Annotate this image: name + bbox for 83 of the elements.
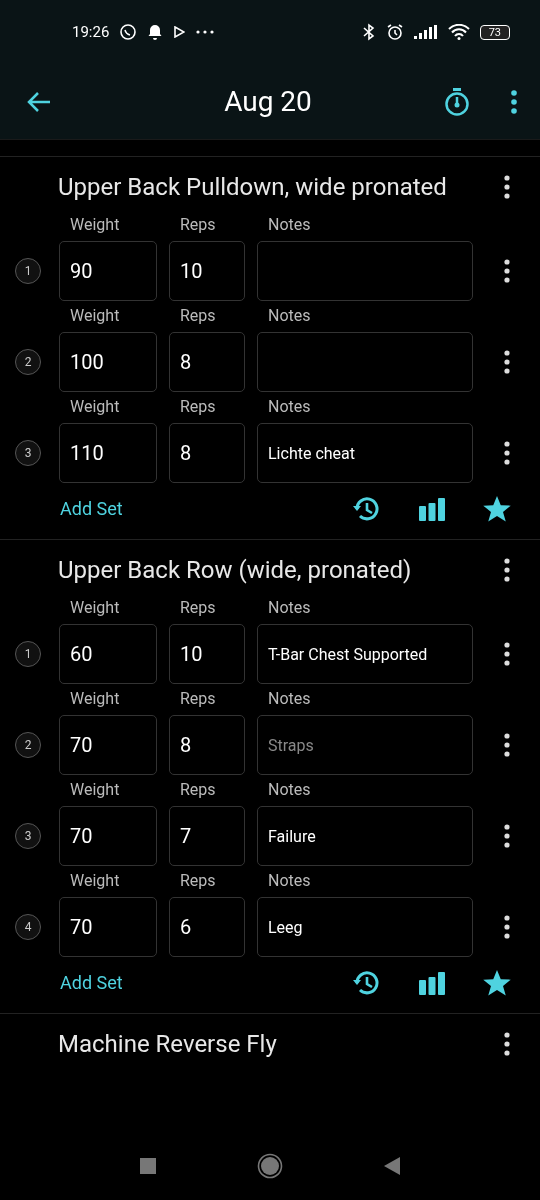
field-label: Reps (180, 598, 217, 619)
bell-icon (147, 24, 164, 40)
exercise-title: Machine Reverse Fly (58, 1029, 278, 1060)
field-label: Reps (180, 689, 217, 710)
field-label: Weight (70, 871, 121, 892)
field-label: Reps (180, 871, 217, 892)
notes-field[interactable]: Lichte cheat (257, 423, 473, 483)
weight-field[interactable]: 70 (59, 897, 157, 957)
battery-indicator: 73 (479, 24, 510, 40)
add-set-button[interactable]: Add Set (52, 966, 131, 999)
notes-field[interactable] (257, 241, 473, 301)
weight-field[interactable]: 70 (59, 715, 157, 775)
field-label: Notes (268, 689, 311, 710)
reps-field[interactable]: 6 (169, 897, 245, 957)
more-icon[interactable] (510, 89, 518, 114)
play-icon (173, 26, 186, 38)
more-icon (195, 29, 216, 35)
field-label: Weight (70, 689, 121, 710)
field-label: Notes (268, 306, 311, 327)
alarm-icon (385, 23, 404, 41)
field-label: Notes (268, 780, 311, 801)
back-icon[interactable] (26, 90, 52, 113)
bar-chart-icon[interactable] (418, 496, 446, 521)
reps-field[interactable]: 8 (169, 715, 245, 775)
more-icon[interactable] (503, 441, 511, 465)
more-icon[interactable] (503, 558, 511, 582)
notes-field[interactable] (257, 332, 473, 392)
bar-chart-icon[interactable] (418, 970, 446, 995)
chat-icon (119, 23, 138, 41)
field-label: Reps (180, 306, 217, 327)
weight-field[interactable]: 60 (59, 624, 157, 684)
weight-field[interactable]: 70 (59, 806, 157, 866)
more-icon[interactable] (503, 350, 511, 374)
field-label: Weight (70, 397, 121, 418)
set-number: 4 (15, 914, 41, 940)
field-label: Notes (268, 397, 311, 418)
set-number: 1 (15, 641, 41, 667)
more-icon[interactable] (503, 259, 511, 283)
more-icon[interactable] (503, 915, 511, 939)
back-icon[interactable] (383, 1156, 401, 1176)
reps-field[interactable]: 8 (169, 332, 245, 392)
exercise-title: Upper Back Row (wide, pronated) (58, 555, 413, 586)
set-number: 3 (15, 440, 41, 466)
reps-field[interactable]: 10 (169, 624, 245, 684)
home-icon[interactable] (257, 1153, 283, 1179)
notes-field[interactable]: Straps (257, 715, 473, 775)
weight-field[interactable]: 110 (59, 423, 157, 483)
weight-field[interactable]: 90 (59, 241, 157, 301)
more-icon[interactable] (503, 733, 511, 757)
weight-field[interactable]: 100 (59, 332, 157, 392)
clock: 19:26 (72, 23, 110, 41)
more-icon[interactable] (503, 1032, 511, 1056)
wifi-icon (447, 24, 470, 40)
field-label: Reps (180, 215, 217, 236)
bluetooth-icon (361, 23, 376, 41)
reps-field[interactable]: 10 (169, 241, 245, 301)
notes-field[interactable]: Leeg (257, 897, 473, 957)
field-label: Reps (180, 780, 217, 801)
set-number: 2 (15, 349, 41, 375)
reps-field[interactable]: 7 (169, 806, 245, 866)
field-label: Reps (180, 397, 217, 418)
stopwatch-icon[interactable] (444, 86, 470, 117)
signal-icon (413, 25, 438, 39)
field-label: Weight (70, 598, 121, 619)
field-label: Weight (70, 780, 121, 801)
recents-icon[interactable] (139, 1157, 157, 1175)
field-label: Notes (268, 215, 311, 236)
notes-field[interactable]: T-Bar Chest Supported (257, 624, 473, 684)
reps-field[interactable]: 8 (169, 423, 245, 483)
exercise-title: Upper Back Pulldown, wide pronated (58, 172, 448, 203)
field-label: Weight (70, 306, 121, 327)
field-label: Notes (268, 598, 311, 619)
notes-field[interactable]: Failure (257, 806, 473, 866)
field-label: Weight (70, 215, 121, 236)
set-number: 3 (15, 823, 41, 849)
field-label: Notes (268, 871, 311, 892)
more-icon[interactable] (503, 642, 511, 666)
set-number: 2 (15, 732, 41, 758)
more-icon[interactable] (503, 824, 511, 848)
set-number: 1 (15, 258, 41, 284)
more-icon[interactable] (503, 175, 511, 199)
add-set-button[interactable]: Add Set (52, 492, 131, 525)
page-title: Aug 20 (223, 85, 313, 118)
